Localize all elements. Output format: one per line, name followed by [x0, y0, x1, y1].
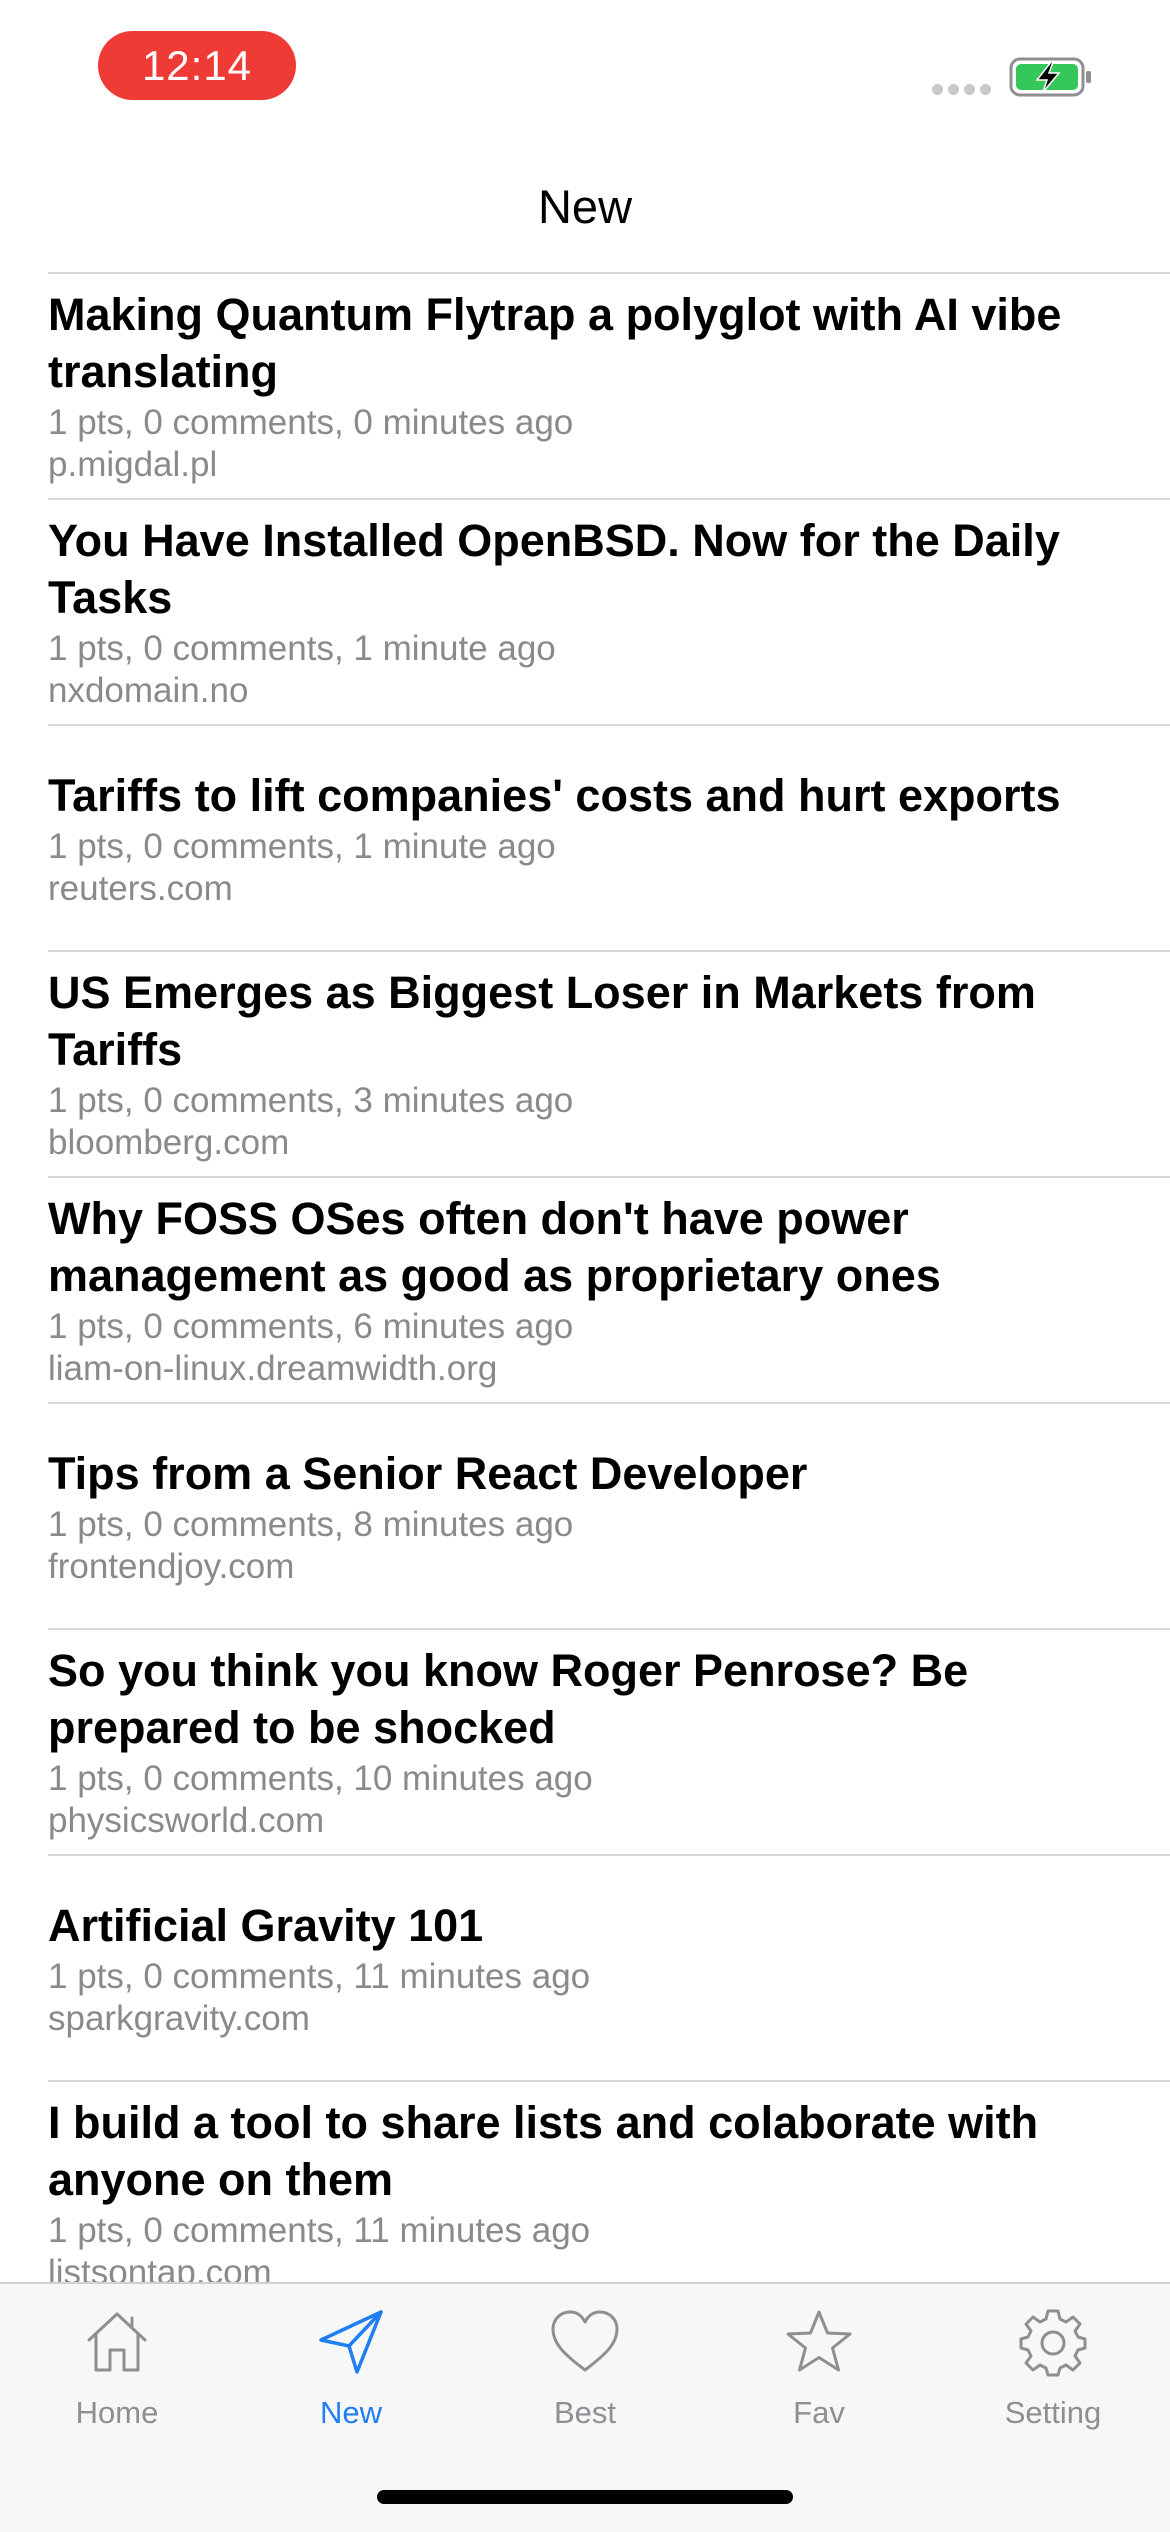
story-domain: frontendjoy.com	[48, 1546, 295, 1586]
story-meta: 1 pts, 0 comments, 1 minute ago	[48, 629, 556, 668]
tab-label: New	[319, 2395, 382, 2430]
tab-fav[interactable]: Fav	[702, 2304, 936, 2432]
gear-icon	[1019, 2309, 1087, 2377]
story-domain: physicsworld.com	[48, 1801, 325, 1840]
story-domain: listsontap.com	[48, 2253, 272, 2282]
page-title: New	[537, 180, 633, 233]
tab-best[interactable]: Best	[468, 2304, 702, 2432]
story-list[interactable]: Making Quantum Flytrap a polyglot with A…	[0, 274, 1170, 2282]
story-title[interactable]: So you think you know Roger Penrose? Be …	[48, 1642, 1110, 1756]
story-title[interactable]: Artificial Gravity 101	[48, 1897, 1110, 1954]
story-domain: sparkgravity.com	[48, 1998, 310, 2038]
tab-label: Fav	[793, 2395, 845, 2430]
story-row[interactable]: US Emerges as Biggest Loser in Markets f…	[48, 952, 1170, 1178]
status-time: 12:14	[98, 31, 296, 100]
story-row[interactable]: Artificial Gravity 101 1 pts, 0 comments…	[48, 1856, 1170, 2082]
story-meta: 1 pts, 0 comments, 11 minutes ago	[48, 1956, 591, 1996]
story-row[interactable]: I build a tool to share lists and colabo…	[48, 2082, 1170, 2282]
story-row[interactable]: So you think you know Roger Penrose? Be …	[48, 1630, 1170, 1856]
story-domain: nxdomain.no	[48, 671, 249, 710]
tab-label: Home	[75, 2395, 159, 2430]
story-title[interactable]: US Emerges as Biggest Loser in Markets f…	[48, 964, 1110, 1078]
story-row[interactable]: Making Quantum Flytrap a polyglot with A…	[48, 274, 1170, 500]
story-domain: liam-on-linux.dreamwidth.org	[48, 1349, 498, 1388]
story-meta: 1 pts, 0 comments, 0 minutes ago	[48, 403, 574, 442]
tab-setting[interactable]: Setting	[936, 2304, 1170, 2432]
story-meta: 1 pts, 0 comments, 11 minutes ago	[48, 2211, 591, 2250]
story-row[interactable]: Tariffs to lift companies' costs and hur…	[48, 726, 1170, 952]
story-meta: 1 pts, 0 comments, 1 minute ago	[48, 826, 556, 866]
story-title[interactable]: Why FOSS OSes often don't have power man…	[48, 1190, 1110, 1304]
story-meta: 1 pts, 0 comments, 8 minutes ago	[48, 1504, 574, 1544]
story-title[interactable]: I build a tool to share lists and colabo…	[48, 2094, 1110, 2208]
story-meta: 1 pts, 0 comments, 6 minutes ago	[48, 1307, 574, 1346]
story-title[interactable]: Tips from a Senior React Developer	[48, 1445, 1110, 1502]
battery-charging-icon	[1009, 57, 1091, 97]
story-meta: 1 pts, 0 comments, 3 minutes ago	[48, 1081, 574, 1120]
story-row[interactable]: Why FOSS OSes often don't have power man…	[48, 1178, 1170, 1404]
tab-label: Best	[553, 2395, 617, 2430]
paper-plane-icon	[319, 2310, 383, 2374]
story-row[interactable]: You Have Installed OpenBSD. Now for the …	[48, 500, 1170, 726]
story-row[interactable]: Tips from a Senior React Developer 1 pts…	[48, 1404, 1170, 1630]
status-bar: 12:14	[0, 0, 1170, 150]
tab-new[interactable]: New	[234, 2304, 468, 2432]
story-title[interactable]: You Have Installed OpenBSD. Now for the …	[48, 512, 1110, 626]
story-title[interactable]: Tariffs to lift companies' costs and hur…	[48, 767, 1110, 824]
star-icon	[786, 2310, 852, 2372]
story-title[interactable]: Making Quantum Flytrap a polyglot with A…	[48, 286, 1110, 400]
story-domain: reuters.com	[48, 868, 233, 908]
story-domain: bloomberg.com	[48, 1123, 290, 1162]
story-domain: p.migdal.pl	[48, 445, 218, 484]
home-indicator[interactable]	[377, 2490, 793, 2504]
heart-icon	[551, 2310, 619, 2372]
cellular-signal-icon	[932, 84, 991, 95]
house-icon	[87, 2312, 147, 2372]
tab-home[interactable]: Home	[0, 2304, 234, 2432]
tab-label: Setting	[1004, 2395, 1102, 2430]
story-meta: 1 pts, 0 comments, 10 minutes ago	[48, 1759, 593, 1798]
